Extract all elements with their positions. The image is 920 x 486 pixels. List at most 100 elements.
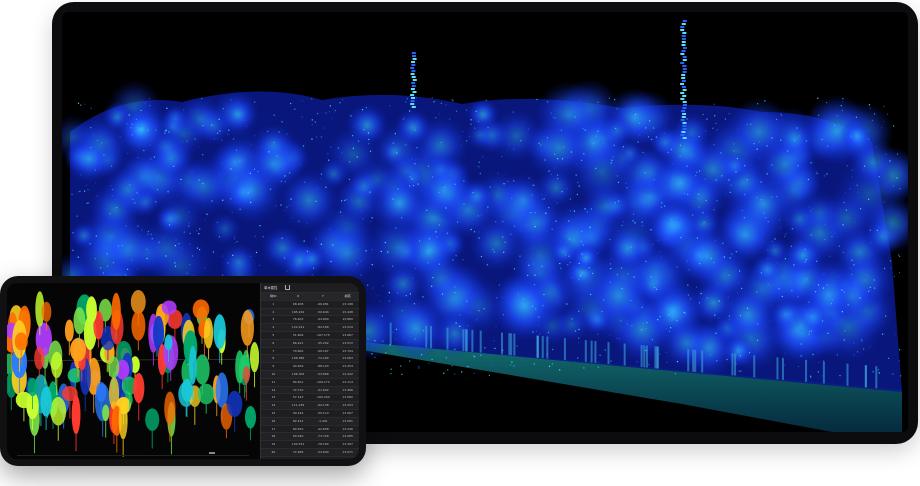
table-cell: -66.081 <box>310 300 336 309</box>
table-row[interactable]: 8 106.380 -72.184 13.063 <box>261 354 359 364</box>
table-header-cell[interactable]: X <box>285 293 311 301</box>
table-cell: 82.411 <box>285 417 311 426</box>
table-cell: 59.240 <box>285 432 311 442</box>
table-cell: -107.175 <box>310 331 336 340</box>
scroll-indicator[interactable] <box>209 452 215 454</box>
table-row[interactable]: 11 84.811 -109.174 13.114 <box>261 378 359 387</box>
segmented-trees <box>7 289 259 457</box>
table-row[interactable]: 14 111.239 -62.138 13.253 <box>261 401 359 410</box>
table-cell: 15 <box>261 409 286 418</box>
table-cell: 13.254 <box>335 362 359 371</box>
table-header-cell[interactable]: Y <box>310 293 336 301</box>
table-cell: 13.448 <box>335 308 359 317</box>
phone-screen: 单木属性 树ID X Y 树高 1 68.208 -66.081 13.198 2 165.22… <box>7 283 359 459</box>
table-cell: -88.193 <box>310 362 336 371</box>
table-cell: -78.184 <box>310 440 336 449</box>
table-cell: 9 <box>261 362 286 371</box>
table-cell: -7.860 <box>310 456 336 459</box>
table-cell: 68.867 <box>285 456 311 459</box>
segmented-tree-canvas[interactable] <box>7 283 259 459</box>
table-cell: 122.211 <box>285 323 311 332</box>
table-cell: 11 <box>261 378 286 387</box>
table-row[interactable]: 12 72.710 -91.602 13.466 <box>261 386 359 395</box>
table-cell: -50.644 <box>310 308 336 317</box>
table-header-cell[interactable]: 树ID <box>261 293 286 301</box>
table-cell: 8 <box>261 354 286 364</box>
table-cell: 90.144 <box>285 409 311 418</box>
table-cell: -35.292 <box>310 339 336 348</box>
table-row[interactable]: 15 90.144 -55.110 13.067 <box>261 409 359 418</box>
table-cell: 106.302 <box>285 370 311 379</box>
table-cell: 13.397 <box>335 440 359 449</box>
table-cell: 21 <box>261 456 286 459</box>
table-row[interactable]: 6 66.221 -35.292 13.072 <box>261 339 359 348</box>
table-cell: -94.800 <box>310 315 336 325</box>
table-cell: 13.860 <box>335 315 359 325</box>
table-cell: 13.085 <box>335 432 359 442</box>
table-cell: -96.187 <box>310 347 336 356</box>
segmentation-viewport[interactable] <box>7 283 259 459</box>
table-cell: 5 <box>261 331 286 340</box>
table-cell: 6 <box>261 339 286 348</box>
table-cell: 13.246 <box>335 425 359 434</box>
table-row[interactable]: 7 79.600 -96.187 13.794 <box>261 347 359 356</box>
table-cell: 111.239 <box>285 401 311 410</box>
table-cell: 76.403 <box>285 315 311 325</box>
table-cell: -53.668 <box>310 370 336 379</box>
table-cell: 13.081 <box>335 417 359 426</box>
tree-attribute-panel: 单木属性 树ID X Y 树高 1 68.208 -66.081 13.198 2 165.22… <box>260 283 359 459</box>
phone-device: 单木属性 树ID X Y 树高 1 68.208 -66.081 13.198 2 165.22… <box>0 276 366 466</box>
table-cell: 13.072 <box>335 339 359 348</box>
table-cell: -73.700 <box>310 432 336 442</box>
table-cell: 72.289 <box>285 448 311 457</box>
table-row[interactable]: 18 59.240 -73.700 13.085 <box>261 432 359 442</box>
tree-attribute-table: 树ID X Y 树高 1 68.208 -66.081 13.198 2 165.222 -50.… <box>261 293 359 459</box>
table-cell: 13.082 <box>335 393 359 403</box>
table-cell: 72.710 <box>285 386 311 395</box>
table-cell: 13.667 <box>335 331 359 340</box>
table-header-cell[interactable]: 树高 <box>335 293 359 301</box>
table-row[interactable]: 10 106.302 -53.668 13.222 <box>261 370 359 379</box>
panel-header: 单木属性 <box>261 283 359 293</box>
table-cell: 1 <box>261 300 286 309</box>
table-row[interactable]: 13 57.143 -100.200 13.082 <box>261 393 359 403</box>
table-cell: 7 <box>261 347 286 356</box>
table-cell: -100.200 <box>310 393 336 403</box>
table-cell: 14 <box>261 401 286 410</box>
table-cell: 84.811 <box>285 378 311 387</box>
table-cell: 13.388 <box>335 456 359 459</box>
table-cell: 13.063 <box>335 354 359 364</box>
table-row[interactable]: 5 51.606 -107.175 13.667 <box>261 331 359 340</box>
table-cell: -109.174 <box>310 378 336 387</box>
table-row[interactable]: 9 94.819 -88.193 13.254 <box>261 362 359 371</box>
export-icon[interactable] <box>284 285 290 290</box>
table-row[interactable]: 2 165.222 -50.644 13.448 <box>261 308 359 317</box>
table-cell: -1.401 <box>310 417 336 426</box>
table-row[interactable]: 1 68.208 -66.081 13.198 <box>261 300 359 309</box>
table-cell: 10 <box>261 370 286 379</box>
table-row[interactable]: 16 82.411 -1.401 13.081 <box>261 417 359 426</box>
table-cell: 13.198 <box>335 300 359 309</box>
table-cell: 57.143 <box>285 393 311 403</box>
table-cell: 165.222 <box>285 308 311 317</box>
table-row[interactable]: 17 80.810 -42.808 13.246 <box>261 425 359 434</box>
table-cell: -62.138 <box>310 401 336 410</box>
table-cell: 68.208 <box>285 300 311 309</box>
table-cell: 13.067 <box>335 409 359 418</box>
table-cell: -82.180 <box>310 323 336 332</box>
table-row[interactable]: 4 122.211 -82.180 13.219 <box>261 323 359 332</box>
table-row[interactable]: 2168.867-7.86013.388 <box>261 456 359 459</box>
table-row[interactable]: 19 100.531 -78.184 13.397 <box>261 440 359 449</box>
table-cell: 19 <box>261 440 286 449</box>
table-cell: 13.071 <box>335 448 359 457</box>
table-cell: 3 <box>261 315 286 325</box>
table-cell: -42.808 <box>310 425 336 434</box>
view-baseline <box>17 455 249 456</box>
table-row[interactable]: 3 76.403 -94.800 13.860 <box>261 315 359 325</box>
table-cell: 13.114 <box>335 378 359 387</box>
table-row[interactable]: 20 72.289 -23.609 13.071 <box>261 448 359 457</box>
panel-title: 单木属性 <box>264 286 278 290</box>
table-cell: 17 <box>261 425 286 434</box>
table-cell: -72.184 <box>310 354 336 364</box>
table-cell: 13.794 <box>335 347 359 356</box>
